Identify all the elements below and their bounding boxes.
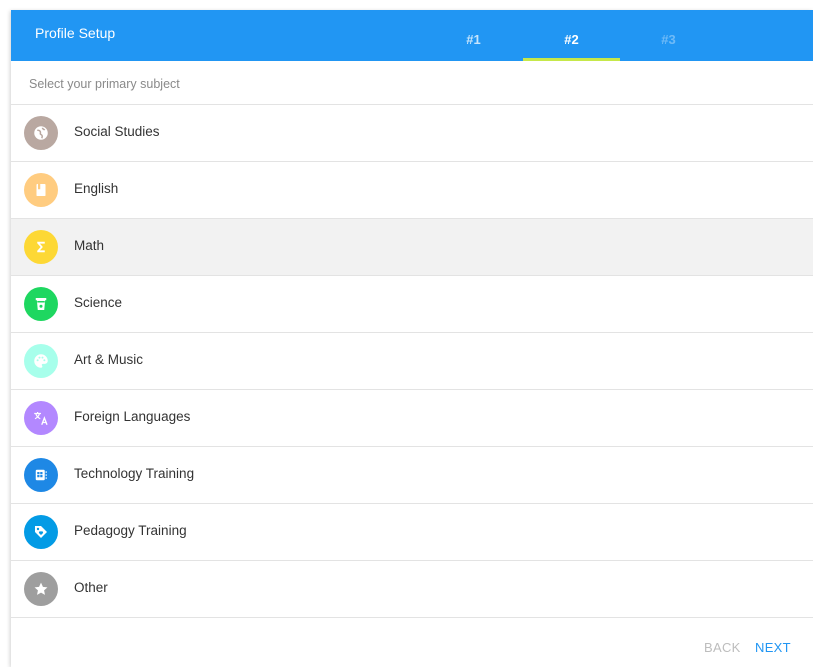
- tab-step-1[interactable]: #1: [425, 10, 522, 61]
- page-title: Profile Setup: [35, 25, 116, 41]
- wizard-footer: BACK NEXT: [11, 618, 813, 667]
- globe-icon: [24, 116, 58, 150]
- beaker-icon: [24, 287, 58, 321]
- next-button[interactable]: NEXT: [755, 640, 791, 655]
- tab-step-2[interactable]: #2: [523, 10, 620, 61]
- sigma-icon: [24, 230, 58, 264]
- subject-label: English: [74, 181, 119, 196]
- subject-label: Science: [74, 295, 123, 310]
- subject-label: Pedagogy Training: [74, 523, 187, 538]
- translate-icon: [24, 401, 58, 435]
- subject-label: Math: [74, 238, 105, 253]
- subject-prompt: Select your primary subject: [29, 77, 180, 91]
- book-icon: [24, 173, 58, 207]
- subject-item-math[interactable]: Math: [11, 219, 813, 276]
- palette-icon: [24, 344, 58, 378]
- back-button[interactable]: BACK: [704, 640, 741, 655]
- subject-list: Social Studies English Math Science Art: [11, 105, 813, 618]
- subject-item-foreign-languages[interactable]: Foreign Languages: [11, 390, 813, 447]
- chip-icon: [24, 458, 58, 492]
- subject-label: Art & Music: [74, 352, 144, 367]
- star-icon: [24, 572, 58, 606]
- subject-item-other[interactable]: Other: [11, 561, 813, 618]
- subject-label: Other: [74, 580, 108, 595]
- active-tab-indicator: [523, 58, 620, 61]
- subject-item-pedagogy-training[interactable]: Pedagogy Training: [11, 504, 813, 561]
- subject-label: Social Studies: [74, 124, 160, 139]
- tag-icon: [24, 515, 58, 549]
- subject-item-science[interactable]: Science: [11, 276, 813, 333]
- tab-step-3: #3: [661, 32, 676, 47]
- subject-label: Technology Training: [74, 466, 195, 481]
- subject-item-english[interactable]: English: [11, 162, 813, 219]
- subject-item-technology-training[interactable]: Technology Training: [11, 447, 813, 504]
- subject-label: Foreign Languages: [74, 409, 191, 424]
- subject-item-art-music[interactable]: Art & Music: [11, 333, 813, 390]
- header-bar: Profile Setup #1 #2 #3: [11, 10, 813, 61]
- profile-setup-card: Profile Setup #1 #2 #3 Select your prima…: [11, 10, 813, 667]
- subject-item-social-studies[interactable]: Social Studies: [11, 105, 813, 162]
